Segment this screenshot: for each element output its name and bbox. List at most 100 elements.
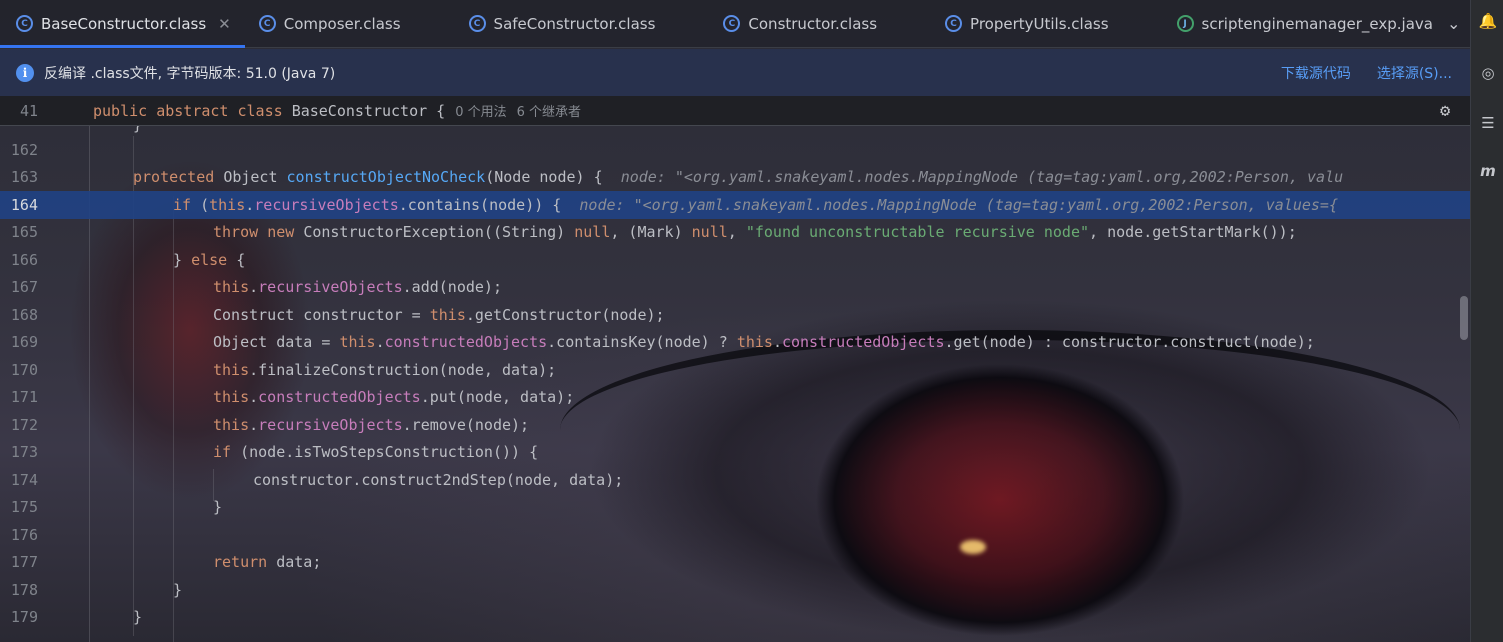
code-fragment: data; <box>267 553 322 572</box>
keyword: else <box>191 250 228 269</box>
class-file-icon: C <box>16 15 33 32</box>
line-number: 176 <box>10 525 38 544</box>
code-line: 179 } <box>0 604 1470 632</box>
code-fragment: . <box>249 388 259 407</box>
debug-inline-value: node: "<org.yaml.snakeyaml.nodes.Mapping… <box>620 168 1344 187</box>
code-fragment: , <box>727 223 746 242</box>
tab-baseconstructor[interactable]: C BaseConstructor.class ✕ <box>0 0 245 48</box>
code-fragment: .add(node); <box>402 278 502 297</box>
choose-source-link[interactable]: 选择源(S)... <box>1377 63 1452 83</box>
ai-assistant-icon[interactable]: ◎ <box>1477 62 1499 84</box>
code-text: this.constructedObjects.put(node, data); <box>213 388 574 406</box>
code-line: 178 } <box>0 576 1470 604</box>
class-file-icon: C <box>468 15 486 32</box>
code-fragment: Object data = <box>213 333 340 352</box>
tab-safeconstructor[interactable]: C SafeConstructor.class <box>453 0 708 47</box>
sticky-class-header[interactable]: 41 public abstract class BaseConstructor… <box>0 96 1470 126</box>
type-name: Object <box>223 168 278 187</box>
tab-scriptenginemanager-exp[interactable]: J scriptenginemanager_exp.java <box>1161 0 1447 47</box>
line-number: 175 <box>10 498 38 517</box>
tab-constructor[interactable]: C Constructor.class <box>707 0 929 47</box>
code-text: return data; <box>213 553 321 571</box>
gear-icon[interactable]: ⚙ <box>1440 101 1450 121</box>
code-line: 177 return data; <box>0 549 1470 577</box>
keyword: this <box>213 360 250 379</box>
usages-hint[interactable]: 0 个用法 <box>455 101 506 120</box>
field-name: recursiveObjects <box>258 278 403 297</box>
code-text: } else { <box>173 251 245 269</box>
bell-icon[interactable]: 🔔 <box>1477 10 1499 32</box>
inheritors-hint[interactable]: 6 个继承者 <box>517 101 581 120</box>
code-text: Construct constructor = this.getConstruc… <box>213 306 665 324</box>
code-line: 168 Construct constructor = this.getCons… <box>0 301 1470 329</box>
code-fragment: . <box>249 278 259 297</box>
code-line: 162 <box>0 136 1470 164</box>
tab-label: scriptenginemanager_exp.java <box>1201 14 1433 33</box>
line-number: 41 <box>19 101 38 120</box>
line-number: 167 <box>10 278 38 297</box>
code-text: public abstract class BaseConstructor { <box>93 102 445 120</box>
line-number: 171 <box>10 388 38 407</box>
keyword: this <box>429 305 466 324</box>
line-number: 164 <box>10 195 38 214</box>
code-fragment: .put(node, data); <box>420 388 575 407</box>
database-icon[interactable]: ☰ <box>1477 112 1499 134</box>
keyword: this <box>209 195 246 214</box>
field-name: recursiveObjects <box>258 415 403 434</box>
keyword: throw <box>213 223 259 242</box>
close-icon[interactable]: ✕ <box>218 15 231 33</box>
code-text: throw new ConstructorException((String) … <box>213 223 1297 241</box>
code-fragment: .remove(node); <box>402 415 530 434</box>
keyword: protected <box>133 168 215 187</box>
decompiled-class-banner: i 反编译 .class文件, 字节码版本: 51.0 (Java 7) 下载源… <box>0 49 1470 96</box>
code-fragment: } <box>173 250 192 269</box>
maven-icon[interactable]: m <box>1477 160 1499 182</box>
line-number: 165 <box>10 223 38 242</box>
code-line: 173 if (node.isTwoStepsConstruction()) { <box>0 439 1470 467</box>
code-fragment: , (Mark) <box>610 223 692 242</box>
field-name: constructedObjects <box>781 333 945 352</box>
class-file-icon: C <box>258 15 276 32</box>
line-number: 170 <box>10 360 38 379</box>
line-number: 179 <box>10 608 38 627</box>
tab-composer[interactable]: C Composer.class <box>245 0 453 47</box>
code-line: 167 this.recursiveObjects.add(node); <box>0 274 1470 302</box>
tab-label: PropertyUtils.class <box>970 14 1109 33</box>
code-fragment: { <box>227 250 246 269</box>
tab-label: Constructor.class <box>748 14 878 33</box>
tab-label: BaseConstructor.class <box>41 14 207 33</box>
editor-scrollbar-thumb[interactable] <box>1460 296 1468 340</box>
java-file-icon: J <box>1176 15 1194 32</box>
tab-label: Composer.class <box>283 14 401 33</box>
code-fragment: .finalizeConstruction(node, data); <box>249 360 557 379</box>
keyword: return <box>213 553 268 572</box>
code-line: 171 this.constructedObjects.put(node, da… <box>0 384 1470 412</box>
download-source-link[interactable]: 下载源代码 <box>1281 63 1351 83</box>
line-number: 177 <box>10 553 38 572</box>
info-icon: i <box>16 63 34 82</box>
chevron-down-icon[interactable]: ⌄ <box>1447 14 1460 33</box>
code-fragment: ConstructorException((String) <box>303 223 575 242</box>
line-number: 169 <box>10 333 38 352</box>
line-number: 168 <box>10 305 38 324</box>
keyword: abstract <box>156 101 229 120</box>
code-editor[interactable]: } 162 163 protected Object constructObje… <box>0 126 1470 642</box>
keyword: this <box>339 333 376 352</box>
code-fragment: . <box>772 333 782 352</box>
code-fragment: , node.getStartMark()); <box>1089 223 1297 242</box>
line-number: 174 <box>10 470 38 489</box>
code-text: this.recursiveObjects.remove(node); <box>213 416 529 434</box>
field-name: constructedObjects <box>258 388 421 407</box>
code-fragment: Construct constructor = <box>213 305 430 324</box>
keyword: this <box>213 388 250 407</box>
line-number: 178 <box>10 580 38 599</box>
execution-point-line: 164 if (this.recursiveObjects.contains(n… <box>0 191 1470 219</box>
keyword: if <box>173 195 192 214</box>
code-line: 163 protected Object constructObjectNoCh… <box>0 164 1470 192</box>
code-line: 176 <box>0 521 1470 549</box>
right-tool-window-strip: 🔔 ◎ ☰ m <box>1470 0 1503 642</box>
keyword: null <box>691 223 728 242</box>
tab-propertyutils[interactable]: C PropertyUtils.class <box>929 0 1161 47</box>
code-fragment: (Node node) { <box>485 168 603 187</box>
code-text: } <box>133 608 143 627</box>
